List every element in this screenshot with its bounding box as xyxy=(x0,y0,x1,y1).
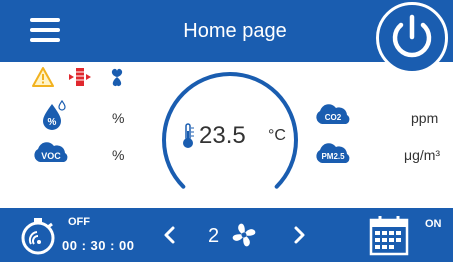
pm25-value: μg/m³ xyxy=(404,147,441,163)
voc-value: % xyxy=(112,147,125,163)
humidity-icon: % xyxy=(43,100,66,130)
schedule-button[interactable] xyxy=(368,215,412,262)
schedule-state: ON xyxy=(425,218,442,230)
schedule-icon xyxy=(369,216,409,256)
timer-button[interactable] xyxy=(18,214,62,262)
co2-icon: CO2 xyxy=(316,104,350,124)
speed-decrease-button[interactable] xyxy=(158,222,182,248)
page-title: Home page xyxy=(183,20,287,42)
fan-alert-icon xyxy=(111,68,123,87)
menu-icon[interactable] xyxy=(30,18,66,44)
warning-icon xyxy=(32,67,54,87)
pm25-icon-label: PM2.5 xyxy=(321,152,345,161)
timer-icon xyxy=(21,218,55,255)
temperature-unit: °C xyxy=(268,127,286,144)
chevron-right-icon xyxy=(294,226,305,244)
speed-increase-button[interactable] xyxy=(287,222,311,248)
pm25-icon: PM2.5 xyxy=(316,143,350,163)
timer-time: 00 : 30 : 00 xyxy=(62,238,135,253)
fan-speed-value: 2 xyxy=(208,225,220,247)
chevron-left-icon xyxy=(164,226,175,244)
voc-icon: VOC xyxy=(34,142,68,162)
power-icon xyxy=(392,14,432,58)
humidity-value: % xyxy=(112,110,125,126)
filter-alert-icon xyxy=(69,68,91,86)
svg-text:%: % xyxy=(48,117,57,128)
fan-icon xyxy=(232,223,256,247)
footer-bar: OFF 00 : 30 : 00 2 ON xyxy=(0,208,453,262)
co2-icon-label: CO2 xyxy=(325,113,342,122)
temperature-value: 23.5 xyxy=(199,122,246,149)
thermometer-icon xyxy=(183,123,194,148)
voc-icon-label: VOC xyxy=(41,151,61,161)
co2-value: ppm xyxy=(411,110,439,126)
power-button[interactable] xyxy=(376,2,448,74)
timer-state: OFF xyxy=(68,216,90,228)
